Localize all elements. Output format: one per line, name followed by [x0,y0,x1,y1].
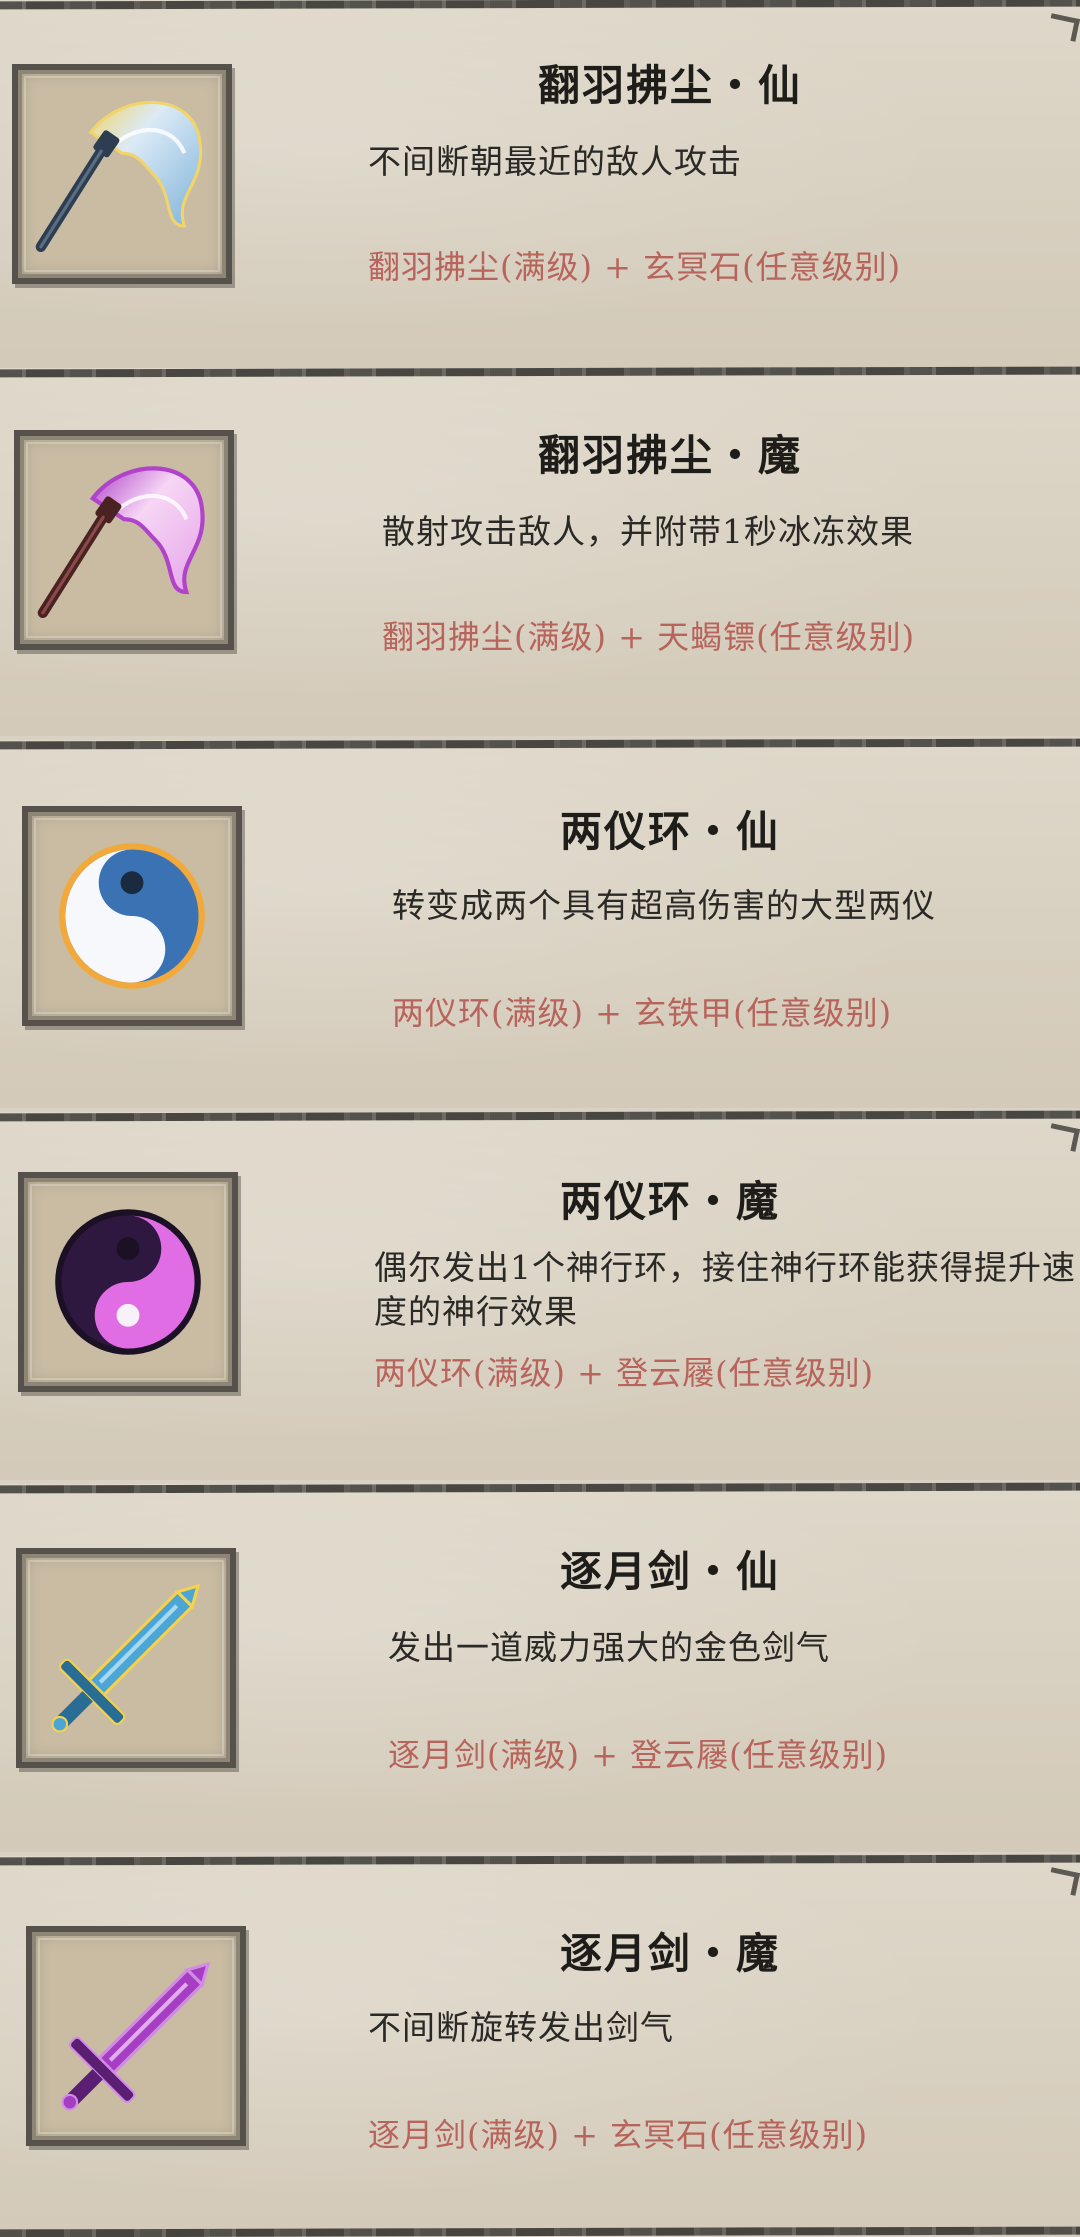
upgrade-card[interactable]: 两仪环・魔 偶尔发出1个神行环，接住神行环能获得提升速度的神行效果 两仪环(满级… [0,1110,1080,1480]
item-recipe: 逐月剑(满级) + 玄冥石(任意级别) [368,2116,869,2154]
item-description: 不间断旋转发出剑气 [368,2008,674,2047]
item-recipe: 逐月剑(满级) + 登云屦(任意级别) [388,1736,889,1774]
item-description: 发出一道威力强大的金色剑气 [388,1628,830,1667]
yin-yang-blue-icon [59,843,205,989]
item-icon-frame [22,806,242,1026]
card-corner-mark [1046,13,1080,42]
item-title: 翻羽拂尘・仙 [537,61,802,110]
item-recipe: 翻羽拂尘(满级) + 玄冥石(任意级别) [368,248,902,286]
sword-purple-icon [61,1961,211,2111]
item-title: 逐月剑・仙 [559,1547,780,1596]
item-title: 两仪环・仙 [559,807,780,856]
upgrade-card[interactable]: 逐月剑・魔 不间断旋转发出剑气 逐月剑(满级) + 玄冥石(任意级别) [0,1854,1080,2237]
upgrade-list: 翻羽拂尘・仙 不间断朝最近的敌人攻击 翻羽拂尘(满级) + 玄冥石(任意级别) [0,0,1080,2237]
item-title: 两仪环・魔 [559,1177,780,1226]
feather-duster-purple-icon [37,466,205,618]
upgrade-card[interactable]: 翻羽拂尘・魔 散射攻击敌人，并附带1秒冰冻效果 翻羽拂尘(满级) + 天蝎镖(任… [0,366,1080,736]
item-description: 散射攻击敌人，并附带1秒冰冻效果 [382,512,914,551]
item-recipe: 两仪环(满级) + 登云屦(任意级别) [374,1354,875,1392]
item-description: 偶尔发出1个神行环，接住神行环能获得提升速度的神行效果 [374,1248,1076,1331]
upgrade-card[interactable]: 两仪环・仙 转变成两个具有超高伤害的大型两仪 两仪环(满级) + 玄铁甲(任意级… [0,738,1080,1108]
item-icon-frame [26,1926,246,2146]
item-icon-frame [12,64,232,284]
card-divider [0,1482,1080,1494]
upgrade-card[interactable]: 翻羽拂尘・仙 不间断朝最近的敌人攻击 翻羽拂尘(满级) + 玄冥石(任意级别) [0,0,1080,368]
card-divider [0,0,1080,10]
item-description: 不间断朝最近的敌人攻击 [368,142,742,181]
yin-yang-purple-icon [55,1209,201,1355]
item-description: 转变成两个具有超高伤害的大型两仪 [392,886,936,925]
item-title: 翻羽拂尘・魔 [537,431,802,480]
card-divider [0,366,1080,378]
item-recipe: 翻羽拂尘(满级) + 天蝎镖(任意级别) [382,618,916,656]
item-title: 逐月剑・魔 [559,1929,780,1978]
card-divider [0,1854,1080,1866]
sword-blue-icon [51,1583,201,1733]
item-icon-frame [16,1548,236,1768]
item-icon-frame [18,1172,238,1392]
upgrade-card[interactable]: 逐月剑・仙 发出一道威力强大的金色剑气 逐月剑(满级) + 登云屦(任意级别) [0,1482,1080,1852]
card-corner-mark [1046,1123,1080,1152]
card-divider [0,1110,1080,1122]
card-corner-mark [1046,1867,1080,1896]
item-icon-frame [14,430,234,650]
feather-duster-blue-icon [35,100,203,252]
item-recipe: 两仪环(满级) + 玄铁甲(任意级别) [392,994,893,1032]
card-divider [0,738,1080,750]
card-divider [0,2226,1080,2237]
